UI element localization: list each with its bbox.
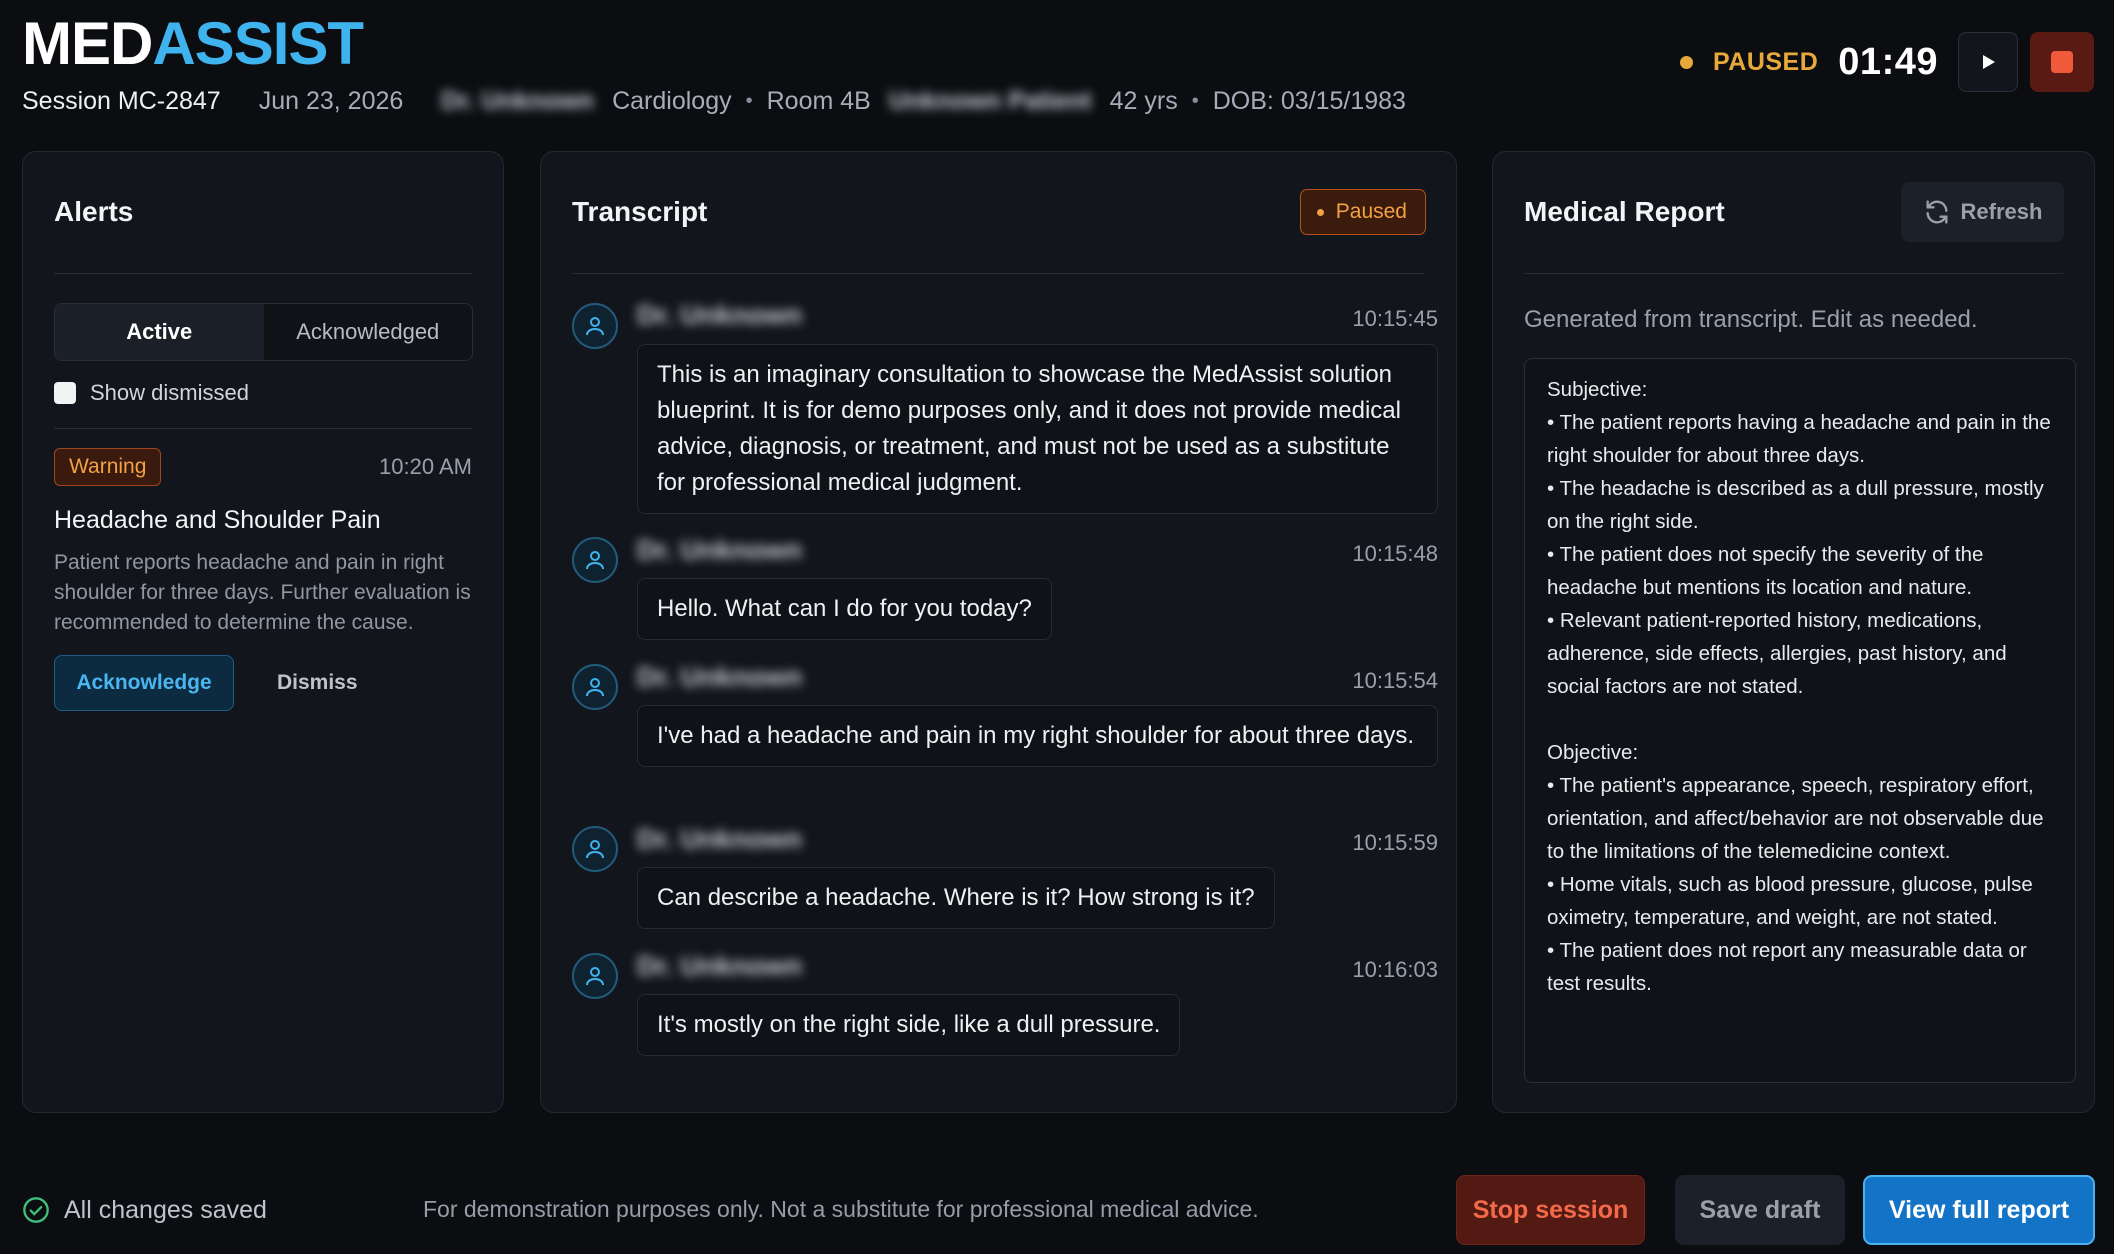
logo-text-assist: ASSIST xyxy=(152,10,364,77)
report-line: • The patient reports having a headache … xyxy=(1547,411,2051,467)
speaker-name: Dr. Unknown xyxy=(637,662,803,692)
user-avatar-icon xyxy=(572,537,618,583)
report-line: • The patient's appearance, speech, resp… xyxy=(1547,774,2044,863)
stop-session-button[interactable]: Stop session xyxy=(1456,1175,1645,1245)
message-time: 10:15:54 xyxy=(1352,668,1438,693)
alert-title: Headache and Shoulder Pain xyxy=(54,506,381,534)
transcript-message: Dr. Unknown 10:15:54 I've had a headache… xyxy=(572,662,1438,804)
check-circle-icon xyxy=(23,1197,49,1223)
separator-dot: • xyxy=(745,89,753,112)
user-avatar-icon xyxy=(572,953,618,999)
acknowledge-button[interactable]: Acknowledge xyxy=(54,655,234,711)
play-icon xyxy=(1983,55,1995,69)
speaker-name: Dr. Unknown xyxy=(637,300,803,330)
transcript-panel: Transcript Paused Dr. Unknown 10:15:45 T… xyxy=(540,151,1457,1113)
paused-badge-label: Paused xyxy=(1335,200,1407,223)
message-bubble: Can describe a headache. Where is it? Ho… xyxy=(637,867,1275,929)
message-time: 10:15:59 xyxy=(1352,830,1438,855)
refresh-button[interactable]: Refresh xyxy=(1901,182,2064,242)
message-bubble: It's mostly on the right side, like a du… xyxy=(637,994,1181,1056)
refresh-label: Refresh xyxy=(1960,199,2043,224)
subjective-heading: Subjective: xyxy=(1547,378,1648,401)
disclaimer: For demonstration purposes only. Not a s… xyxy=(423,1196,1259,1222)
department: Cardiology xyxy=(612,86,732,115)
speaker-name: Dr. Unknown xyxy=(637,535,803,565)
session-date: Jun 23, 2026 xyxy=(258,86,404,115)
separator-dot: • xyxy=(1191,89,1199,112)
divider xyxy=(54,273,472,274)
user-avatar-icon xyxy=(572,303,618,349)
dismiss-button[interactable]: Dismiss xyxy=(277,655,358,711)
transcript-title: Transcript xyxy=(572,196,708,227)
show-dismissed-checkbox[interactable] xyxy=(54,382,76,404)
patient-name: Unknown Patient xyxy=(888,86,1092,115)
report-line: • The headache is described as a dull pr… xyxy=(1547,477,2044,533)
save-status: All changes saved xyxy=(22,1194,267,1226)
message-bubble: I've had a headache and pain in my right… xyxy=(637,705,1438,767)
status-label: PAUSED xyxy=(1712,47,1819,76)
app-root: MEDASSIST Session MC-2847 Jun 23, 2026 D… xyxy=(0,0,2114,1254)
app-logo: MEDASSIST xyxy=(22,10,364,78)
session-timer: 01:49 xyxy=(1838,40,1938,83)
alerts-panel: Alerts Active Acknowledged Show dismisse… xyxy=(22,151,504,1113)
refresh-icon xyxy=(1926,200,1948,224)
tab-active[interactable]: Active xyxy=(55,304,264,360)
severity-badge: Warning xyxy=(54,448,162,486)
view-full-report-button[interactable]: View full report xyxy=(1863,1175,2095,1245)
alert-time: 10:20 AM xyxy=(379,454,472,479)
logo-text-med: MED xyxy=(22,10,153,77)
patient-age: 42 yrs xyxy=(1109,86,1178,115)
message-time: 10:15:45 xyxy=(1352,306,1438,331)
stop-icon xyxy=(2051,51,2073,73)
report-editor[interactable]: Subjective: • The patient reports having… xyxy=(1524,358,2076,1083)
paused-badge: Paused xyxy=(1299,189,1426,235)
report-line: • The patient does not specify the sever… xyxy=(1547,543,1984,599)
status-dot-icon xyxy=(1316,208,1324,216)
speaker-name: Dr. Unknown xyxy=(637,824,803,854)
alert-body: Patient reports headache and pain in rig… xyxy=(54,551,471,634)
user-avatar-icon xyxy=(572,826,618,872)
resume-button[interactable] xyxy=(1958,32,2018,92)
objective-section: Objective: • The patient's appearance, s… xyxy=(1547,736,2057,1000)
save-status-label: All changes saved xyxy=(64,1195,267,1224)
transcript-message: Dr. Unknown 10:15:45 This is an imaginar… xyxy=(572,300,1438,529)
patient-dob: DOB: 03/15/1983 xyxy=(1212,86,1406,115)
report-note: Generated from transcript. Edit as neede… xyxy=(1524,306,1978,333)
recording-status: PAUSED 01:49 xyxy=(1679,32,2094,92)
alerts-title: Alerts xyxy=(54,196,134,227)
session-meta: Session MC-2847 Jun 23, 2026 Dr. Unknown… xyxy=(22,86,1406,116)
session-id: Session MC-2847 xyxy=(22,86,221,115)
message-bubble: Hello. What can I do for you today? xyxy=(637,578,1052,640)
show-dismissed-label: Show dismissed xyxy=(90,380,249,405)
divider xyxy=(572,273,1425,274)
divider xyxy=(1524,273,2063,274)
room: Room 4B xyxy=(766,86,871,115)
report-line: • Home vitals, such as blood pressure, g… xyxy=(1547,873,2033,929)
report-line: • The patient does not report any measur… xyxy=(1547,939,2027,995)
message-bubble: This is an imaginary consultation to sho… xyxy=(637,344,1438,514)
message-time: 10:15:48 xyxy=(1352,541,1438,566)
report-panel: Medical Report Refresh Generated from tr… xyxy=(1492,151,2095,1113)
divider xyxy=(54,428,472,429)
objective-heading: Objective: xyxy=(1547,741,1639,764)
doctor-name: Dr. Unknown xyxy=(441,86,595,115)
show-dismissed-toggle[interactable]: Show dismissed xyxy=(54,380,249,406)
status-dot-icon xyxy=(1679,55,1693,69)
user-avatar-icon xyxy=(572,664,618,710)
report-title: Medical Report xyxy=(1524,196,1725,227)
message-time: 10:16:03 xyxy=(1352,957,1438,982)
report-line: • Relevant patient-reported history, med… xyxy=(1547,609,2007,698)
subjective-section: Subjective: • The patient reports having… xyxy=(1547,373,2057,703)
transcript-message: Dr. Unknown 10:15:59 Can describe a head… xyxy=(572,824,1438,929)
transcript-message: Dr. Unknown 10:15:48 Hello. What can I d… xyxy=(572,535,1438,640)
save-draft-button[interactable]: Save draft xyxy=(1675,1175,1845,1245)
stop-recording-button[interactable] xyxy=(2030,32,2094,92)
alerts-tabs: Active Acknowledged xyxy=(54,303,473,361)
tab-acknowledged[interactable]: Acknowledged xyxy=(264,304,473,360)
transcript-message: Dr. Unknown 10:16:03 It's mostly on the … xyxy=(572,951,1438,1056)
speaker-name: Dr. Unknown xyxy=(637,951,803,981)
